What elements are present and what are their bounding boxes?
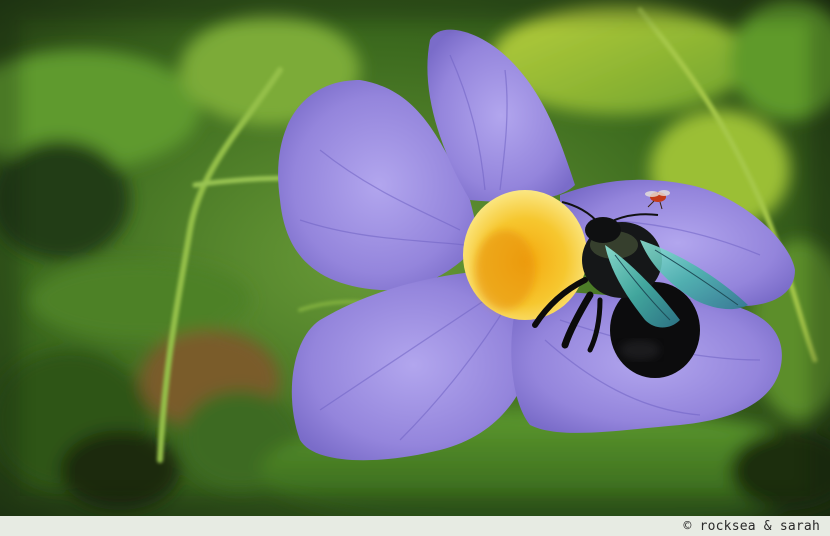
photo: © rocksea & sarah (0, 0, 830, 536)
photo-credit: © rocksea & sarah (683, 518, 820, 534)
photo-scene (0, 0, 830, 516)
bee-head (585, 217, 621, 243)
credit-bar: © rocksea & sarah (0, 516, 830, 536)
